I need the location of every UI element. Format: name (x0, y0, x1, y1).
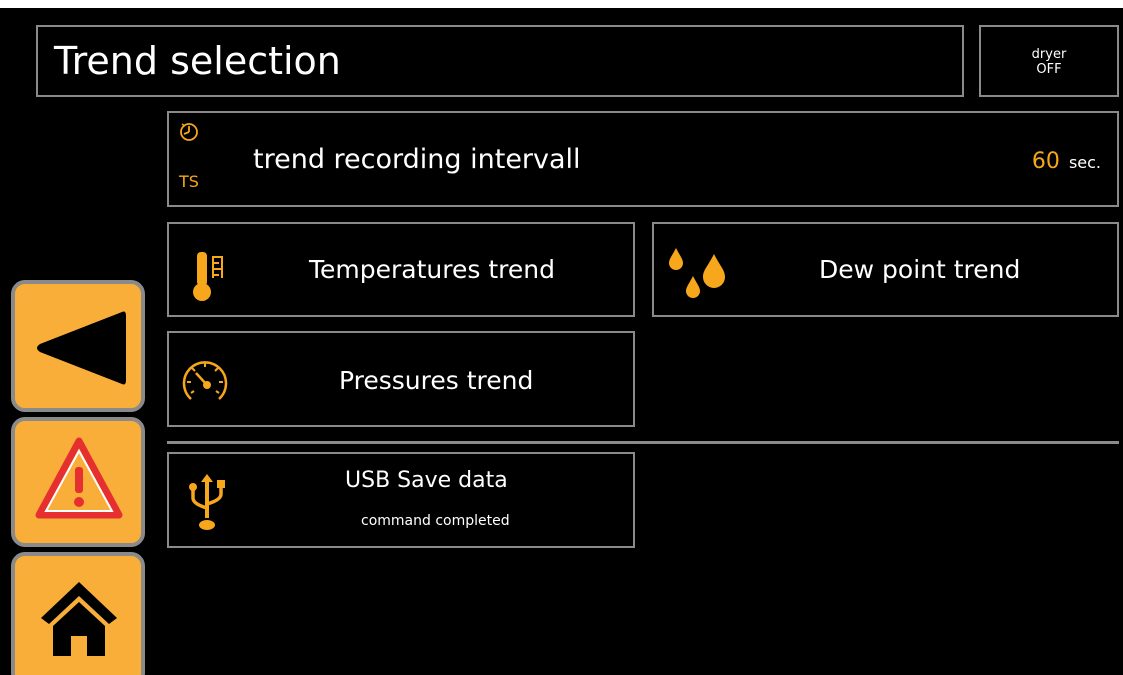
dew-point-trend-button[interactable]: Dew point trend (652, 222, 1119, 317)
trend-interval-setting[interactable]: TS trend recording intervall 60 sec. (167, 111, 1119, 207)
pressures-trend-label: Pressures trend (339, 366, 534, 395)
interval-label: trend recording intervall (253, 144, 581, 175)
top-strip (0, 0, 1123, 8)
dryer-state: OFF (1036, 62, 1062, 77)
warning-icon (35, 437, 123, 519)
interval-number: 60 (1031, 149, 1060, 174)
home-button[interactable] (11, 552, 145, 675)
gauge-icon (182, 361, 228, 400)
section-divider (167, 441, 1119, 444)
temperatures-trend-label: Temperatures trend (309, 255, 555, 284)
back-button[interactable] (11, 280, 145, 412)
interval-unit: sec. (1068, 153, 1101, 172)
title-bar: Trend selection (36, 25, 964, 97)
dryer-label: dryer (1031, 47, 1067, 62)
usb-status-text: command completed (361, 513, 510, 529)
back-arrow-icon (37, 311, 126, 385)
ts-label: TS (179, 172, 199, 191)
water-drops-icon (669, 248, 725, 298)
temperatures-trend-button[interactable]: Temperatures trend (167, 222, 635, 317)
usb-save-data-button[interactable]: USB Save data command completed (167, 452, 635, 548)
page-title: Trend selection (54, 39, 341, 83)
dew-point-trend-label: Dew point trend (819, 255, 1021, 284)
usb-icon (189, 474, 225, 530)
usb-save-label: USB Save data (345, 468, 508, 493)
timer-icon (180, 123, 198, 141)
pressures-trend-button[interactable]: Pressures trend (167, 331, 635, 427)
interval-value[interactable]: 60 sec. (1032, 149, 1101, 174)
thermometer-icon (193, 252, 223, 301)
home-icon (41, 582, 117, 656)
alarms-button[interactable] (11, 417, 145, 547)
dryer-status-box: dryer OFF (979, 25, 1119, 97)
